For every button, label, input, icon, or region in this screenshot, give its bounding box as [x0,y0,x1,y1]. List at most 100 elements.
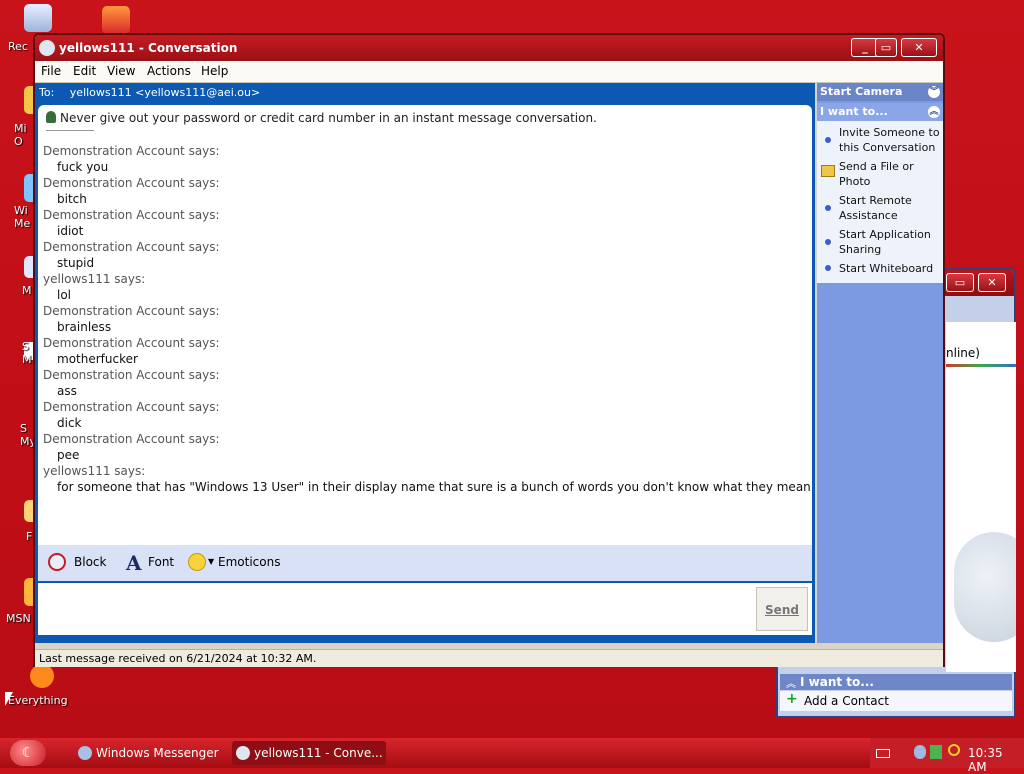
desktop-icon-label: F [26,530,33,543]
cursor-icon [5,692,13,706]
message-input[interactable] [44,589,744,629]
file-photo-icon [821,165,835,177]
menu-view[interactable]: View [107,64,135,78]
contact-list-panel: nline) [946,322,1016,672]
emoticon-icon[interactable] [188,553,206,571]
i-want-to-label: I want to... [820,105,888,118]
message-list: Demonstration Account says: fuck you Demon… [43,143,811,495]
conversation-window[interactable]: yellows111 - Conversation _ ▭ ✕ File Edi… [33,33,945,667]
desktop-icon-messenger-shortcut[interactable] [100,4,134,34]
block-button[interactable]: Block [74,555,106,569]
task-list: Invite Someone to this Conversation Send… [817,121,943,283]
desktop-icon-label: Wi Me [14,204,31,230]
security-warning: Never give out your password or credit c… [60,111,597,125]
block-icon[interactable] [48,553,66,571]
message-sender: Demonstration Account says: [43,240,220,254]
emoticons-button[interactable]: Emoticons [218,555,280,569]
menu-file[interactable]: File [41,64,61,78]
desktop-icon-label: M [22,284,32,297]
desktop-icon-label: Everything [8,694,68,707]
network-icon[interactable] [930,745,942,759]
chevron-down-icon[interactable]: ▼ [208,557,214,566]
messenger-icon [236,746,250,760]
message-text: ass [57,384,77,398]
message-text: pee [57,448,80,462]
search-icon[interactable] [948,744,960,756]
format-toolbar: Block A Font ▼ Emoticons [38,545,812,581]
message-text: lol [57,288,72,302]
to-label: To: [39,86,55,99]
user-silhouette-icon [954,532,1016,642]
task-send-file[interactable]: Send a File or Photo [839,159,943,189]
message-sender: Demonstration Account says: [43,176,220,190]
message-sender: yellows111 says: [43,272,146,286]
messenger-icon [78,746,92,760]
close-button[interactable]: ✕ [901,38,937,57]
messenger-shortcut-icon [102,6,130,34]
desktop-icon-label: Rec [8,40,28,53]
taskbar-button-conversation[interactable]: yellows111 - Conve... [232,741,386,765]
message-text: dick [57,416,82,430]
chevron-up-icon[interactable]: ︽ [786,675,796,690]
message-text: fuck you [57,160,109,174]
task-app-sharing[interactable]: Start Application Sharing [839,227,943,257]
font-icon[interactable]: A [126,551,142,575]
messenger-icon [39,40,55,56]
bullet-icon [825,265,831,271]
message-text: motherfucker [57,352,138,366]
divider-line [946,364,1016,367]
close-button[interactable]: ✕ [978,273,1006,292]
to-bar: To: yellows111 <yellows111@aei.ou> [35,83,815,103]
chevron-up-icon[interactable]: ︽ [928,106,940,118]
message-sender: Demonstration Account says: [43,400,220,414]
start-camera-label: Start Camera [820,85,903,98]
i-want-to-header[interactable]: I want to... ︽ [817,103,943,121]
plus-icon: + [786,691,798,707]
message-sender: Demonstration Account says: [43,368,220,382]
message-sender: Demonstration Account says: [43,432,220,446]
task-whiteboard[interactable]: Start Whiteboard [839,261,943,276]
window-title: yellows111 - Conversation [59,41,238,55]
start-camera-header[interactable]: Start Camera ︾ [817,83,943,101]
message-text: brainless [57,320,112,334]
clock[interactable]: 10:35 AM [968,746,1024,774]
bullet-icon [825,205,831,211]
system-tray: 10:35 AM [870,738,1024,774]
start-button[interactable]: ☾ [10,740,46,766]
taskbar: ☾ Windows Messenger yellows111 - Conve..… [0,738,1024,774]
add-contact-link[interactable]: Add a Contact [780,691,1012,711]
menu-edit[interactable]: Edit [73,64,96,78]
font-button[interactable]: Font [148,555,174,569]
conversation-pane: To: yellows111 <yellows111@aei.ou> Never… [35,83,815,643]
conversation-titlebar[interactable]: yellows111 - Conversation _ ▭ ✕ [35,35,943,61]
message-sender: yellows111 says: [43,464,146,478]
desktop-icon-label: Mi O [14,122,27,148]
message-sender: Demonstration Account says: [43,208,220,222]
message-sender: Demonstration Account says: [43,144,220,158]
taskbar-button-label: yellows111 - Conve... [254,746,383,760]
keyboard-icon[interactable] [876,749,890,758]
maximize-button[interactable]: ▭ [946,273,974,292]
desktop-icon-label: MSN [6,612,31,625]
chevron-down-icon[interactable]: ︾ [928,86,940,98]
message-history[interactable]: Never give out your password or credit c… [38,105,812,545]
task-invite[interactable]: Invite Someone to this Conversation [839,125,943,155]
maximize-button[interactable]: ▭ [875,38,897,57]
desktop-icon-everything[interactable]: Everything [8,664,78,710]
menu-actions[interactable]: Actions [147,64,191,78]
to-value[interactable]: yellows111 <yellows111@aei.ou> [70,86,260,99]
send-button[interactable]: Send [756,587,808,631]
taskbar-button-label: Windows Messenger [96,746,219,760]
i-want-to-header[interactable]: I want to... [780,674,1012,690]
message-text: for someone that has "Windows 13 User" i… [57,480,811,494]
message-text: stupid [57,256,95,270]
taskbar-button-messenger[interactable]: Windows Messenger [74,741,224,765]
message-input-area[interactable]: Send [38,583,812,635]
messenger-tray-icon[interactable] [914,745,926,759]
task-pane: Start Camera ︾ I want to... ︽ Invite Som… [817,83,943,643]
task-remote-assistance[interactable]: Start Remote Assistance [839,193,943,223]
warning-divider [46,130,94,131]
message-sender: Demonstration Account says: [43,336,220,350]
menu-help[interactable]: Help [201,64,228,78]
recycle-bin-icon [24,4,52,32]
